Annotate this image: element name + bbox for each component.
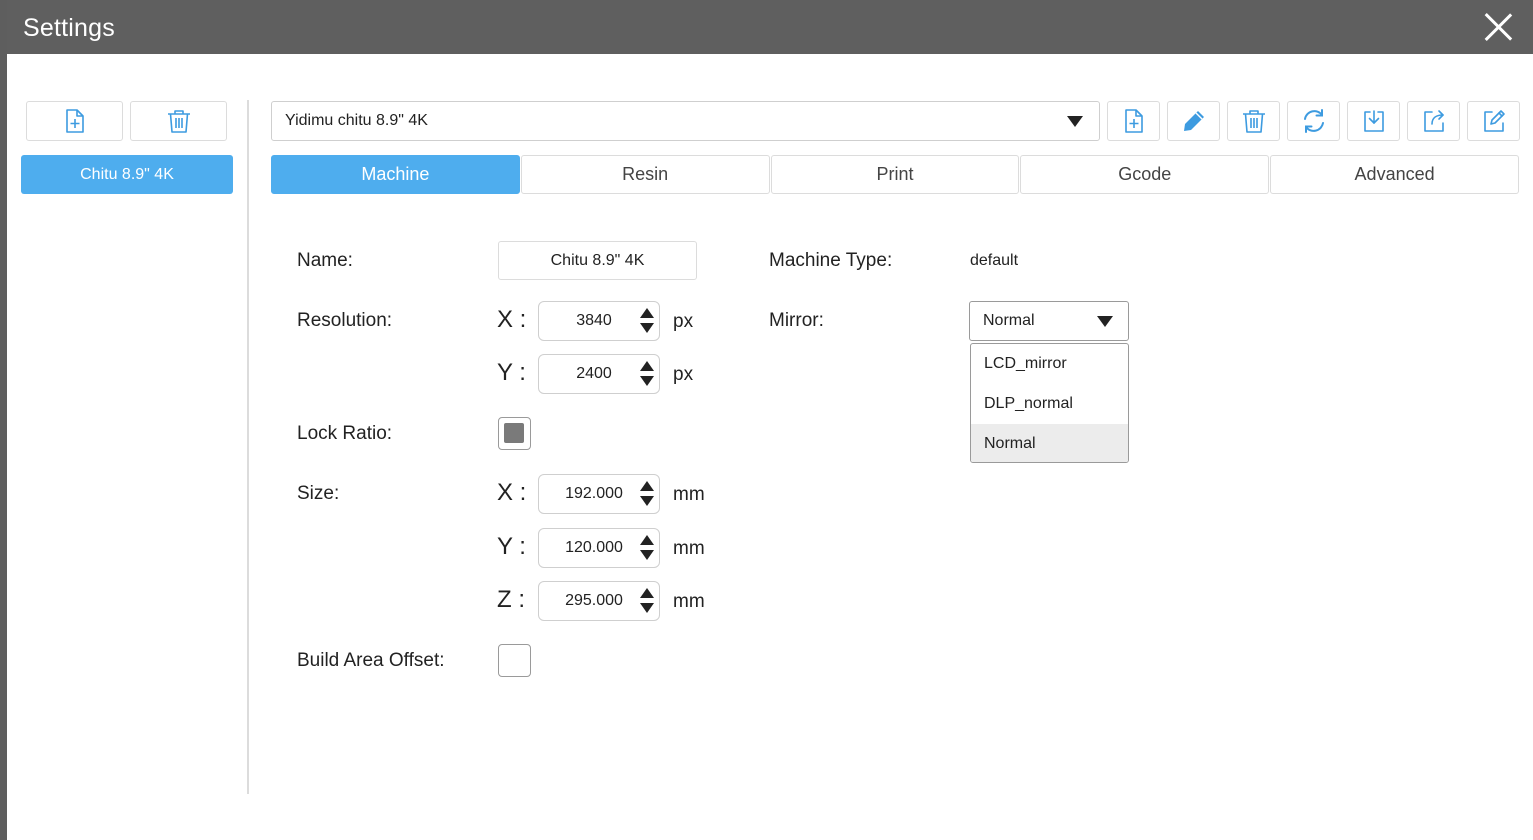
size-z-value: 295.000 bbox=[565, 592, 623, 609]
res-y-unit: px bbox=[673, 364, 694, 385]
res-x-axis-label: X : bbox=[497, 306, 527, 333]
machine-type-label: Machine Type: bbox=[769, 250, 893, 271]
rename-profile-button[interactable] bbox=[1167, 101, 1220, 141]
settings-window: Settings Chitu 8.9" 4K Yidimu chitu 8.9"… bbox=[0, 0, 1533, 840]
resolution-x-value: 3840 bbox=[576, 312, 612, 329]
sidebar-divider bbox=[247, 100, 249, 794]
res-y-axis-label: Y : bbox=[497, 359, 526, 386]
settings-tabs: Machine Resin Print Gcode Advanced bbox=[271, 155, 1520, 194]
reset-profile-button[interactable] bbox=[1287, 101, 1340, 141]
size-y-axis-label: Y : bbox=[497, 533, 526, 560]
edit-pencil-icon bbox=[1183, 111, 1204, 131]
resolution-x-stepper[interactable]: 3840 bbox=[538, 301, 660, 341]
share-edit-icon bbox=[1483, 110, 1505, 132]
new-file-icon bbox=[65, 109, 84, 133]
chevron-down-icon bbox=[1097, 316, 1113, 327]
name-label: Name: bbox=[297, 250, 353, 271]
size-z-stepper[interactable]: 295.000 bbox=[538, 581, 660, 621]
lock-ratio-checkbox[interactable] bbox=[498, 417, 531, 450]
size-x-axis-label: X : bbox=[497, 479, 527, 506]
mirror-select[interactable]: Normal bbox=[969, 301, 1129, 341]
new-file-icon bbox=[1124, 109, 1143, 133]
name-field[interactable]: Chitu 8.9" 4K bbox=[498, 241, 697, 280]
profile-select-value: Yidimu chitu 8.9" 4K bbox=[285, 112, 428, 129]
stepper-arrows-icon[interactable] bbox=[640, 481, 654, 507]
mirror-option-dlp-normal[interactable]: DLP_normal bbox=[971, 384, 1128, 424]
mirror-label: Mirror: bbox=[769, 310, 824, 331]
trash-icon bbox=[167, 110, 190, 133]
size-x-unit: mm bbox=[673, 484, 705, 505]
stepper-arrows-icon[interactable] bbox=[640, 308, 654, 334]
lock-ratio-label: Lock Ratio: bbox=[297, 423, 393, 444]
window-edge bbox=[0, 0, 7, 840]
import-profile-button[interactable] bbox=[1347, 101, 1400, 141]
stepper-arrows-icon[interactable] bbox=[640, 588, 654, 614]
delete-profile-button[interactable] bbox=[1227, 101, 1280, 141]
build-area-offset-label: Build Area Offset: bbox=[297, 650, 445, 671]
printer-list-item[interactable]: Chitu 8.9" 4K bbox=[21, 155, 233, 194]
tab-machine[interactable]: Machine bbox=[271, 155, 520, 194]
chevron-down-icon bbox=[1067, 116, 1083, 127]
stepper-arrows-icon[interactable] bbox=[640, 535, 654, 561]
export-icon bbox=[1423, 110, 1444, 132]
profile-select[interactable]: Yidimu chitu 8.9" 4K bbox=[271, 101, 1100, 141]
size-y-value: 120.000 bbox=[565, 539, 623, 556]
res-x-unit: px bbox=[673, 311, 694, 332]
add-printer-button[interactable] bbox=[26, 101, 123, 141]
tab-resin[interactable]: Resin bbox=[520, 155, 770, 194]
import-icon bbox=[1363, 110, 1384, 132]
size-y-stepper[interactable]: 120.000 bbox=[538, 528, 660, 568]
tab-gcode[interactable]: Gcode bbox=[1020, 155, 1270, 194]
export-profile-button[interactable] bbox=[1407, 101, 1460, 141]
machine-type-value: default bbox=[970, 252, 1019, 269]
share-profile-button[interactable] bbox=[1467, 101, 1520, 141]
stepper-arrows-icon[interactable] bbox=[640, 361, 654, 387]
size-x-value: 192.000 bbox=[565, 485, 623, 502]
trash-icon bbox=[1242, 110, 1265, 133]
size-z-unit: mm bbox=[673, 591, 705, 612]
resolution-label: Resolution: bbox=[297, 310, 393, 331]
refresh-icon bbox=[1303, 109, 1324, 133]
delete-printer-button[interactable] bbox=[130, 101, 227, 141]
tab-advanced[interactable]: Advanced bbox=[1270, 155, 1519, 194]
size-z-axis-label: Z : bbox=[497, 586, 525, 613]
mirror-dropdown-menu: LCD_mirror DLP_normal Normal bbox=[970, 343, 1129, 463]
size-x-stepper[interactable]: 192.000 bbox=[538, 474, 660, 514]
mirror-option-normal[interactable]: Normal bbox=[971, 424, 1128, 462]
mirror-select-value: Normal bbox=[983, 312, 1035, 329]
size-label: Size: bbox=[297, 483, 340, 504]
size-y-unit: mm bbox=[673, 538, 705, 559]
title-bar: Settings bbox=[7, 0, 1533, 54]
close-icon[interactable] bbox=[1483, 12, 1513, 42]
resolution-y-value: 2400 bbox=[576, 365, 612, 382]
window-title: Settings bbox=[23, 14, 115, 42]
mirror-option-lcd-mirror[interactable]: LCD_mirror bbox=[971, 344, 1128, 384]
resolution-y-stepper[interactable]: 2400 bbox=[538, 354, 660, 394]
new-profile-button[interactable] bbox=[1107, 101, 1160, 141]
tab-print[interactable]: Print bbox=[770, 155, 1020, 194]
build-area-offset-checkbox[interactable] bbox=[498, 644, 531, 677]
